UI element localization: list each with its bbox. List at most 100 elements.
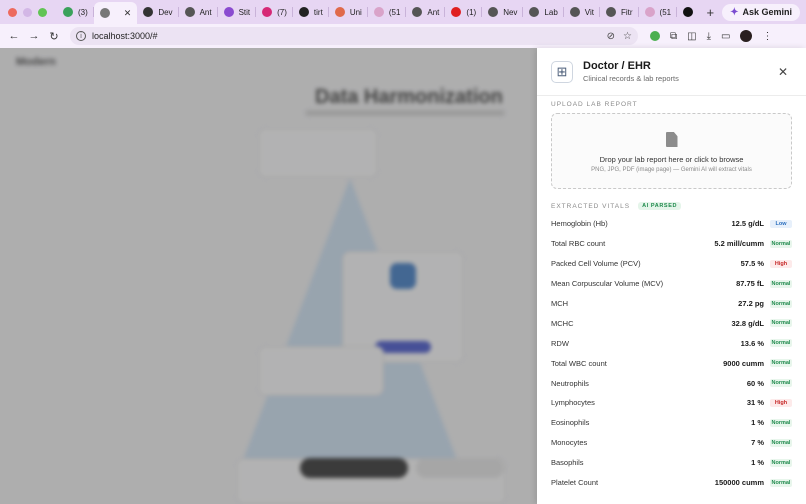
back-arrow-icon[interactable]: ← bbox=[4, 30, 24, 42]
vital-row: Total WBC count 9000 cumm Normal bbox=[551, 353, 792, 373]
vital-row: MCH 27.2 pg Normal bbox=[551, 294, 792, 314]
cast-icon[interactable]: ▭ bbox=[721, 31, 730, 42]
reload-icon[interactable]: ↻ bbox=[44, 30, 64, 43]
maximize-window-button[interactable] bbox=[38, 7, 47, 17]
screenshot-icon[interactable]: ◫ bbox=[687, 31, 696, 42]
vital-name: Total RBC count bbox=[551, 239, 606, 249]
tab-label: (51 bbox=[659, 7, 672, 17]
tab-label: Dev bbox=[158, 7, 173, 17]
browser-tab[interactable]: Vit bbox=[564, 0, 601, 24]
browser-toolbar: ← → ↻ i localhost:3000/# ⊘ ☆ ⧉ ◫ ⤓ ▭ ⋮ bbox=[0, 24, 806, 48]
browser-tab[interactable]: (51 bbox=[368, 0, 407, 24]
profile-avatar[interactable] bbox=[740, 30, 753, 42]
vital-name: MCH bbox=[551, 299, 569, 308]
ai-parsed-badge: AI PARSED bbox=[638, 202, 682, 210]
vital-row: MCHC 32.8 g/dL Normal bbox=[551, 313, 792, 333]
vital-row: Lymphocytes 31 % High bbox=[551, 393, 792, 413]
download-icon[interactable]: ⤓ bbox=[707, 31, 711, 42]
browser-tab-strip: (3) ✕ Dev Ant Stit (7) tirt Uni (51 Ant (1) Nev Lab V… bbox=[0, 0, 806, 24]
site-info-icon[interactable]: i bbox=[76, 31, 86, 41]
browser-tab[interactable]: Ant bbox=[179, 0, 218, 24]
vital-value: 150000 cumm bbox=[714, 478, 764, 488]
browser-tab[interactable]: Ant bbox=[406, 0, 446, 24]
close-window-button[interactable] bbox=[8, 7, 17, 17]
vital-status-badge: Normal bbox=[770, 478, 792, 487]
vital-status-badge: Normal bbox=[770, 339, 792, 348]
ask-gemini-label: Ask Gemini bbox=[742, 7, 792, 17]
medical-plus-icon: ⊞ bbox=[551, 60, 573, 83]
browser-tab[interactable]: (1) bbox=[445, 0, 482, 24]
vital-status-badge: Low bbox=[770, 219, 792, 228]
browser-tab[interactable]: Stit bbox=[218, 0, 257, 24]
forward-arrow-icon[interactable]: → bbox=[24, 30, 44, 42]
browser-tab[interactable]: (51 bbox=[639, 0, 678, 24]
new-tab-button[interactable]: + bbox=[698, 5, 722, 20]
vital-name: Lymphocytes bbox=[551, 398, 595, 408]
vitals-header: EXTRACTED VITALS AI PARSED bbox=[551, 202, 682, 210]
vital-row: Eosinophils 1 % Normal bbox=[551, 413, 792, 433]
browser-tab[interactable]: ✕ bbox=[93, 2, 138, 24]
browser-tab[interactable]: Uni bbox=[329, 0, 368, 24]
vital-row: Packed Cell Volume (PCV) 57.5 % High bbox=[551, 254, 792, 274]
ask-gemini-button[interactable]: ✦ Ask Gemini bbox=[722, 3, 800, 21]
vital-status-badge: High bbox=[770, 259, 792, 268]
browser-tab[interactable]: API bbox=[677, 0, 698, 24]
vital-value: 60 % bbox=[746, 378, 764, 388]
vital-status-badge: Normal bbox=[770, 319, 792, 328]
vital-value: 31 % bbox=[746, 398, 764, 408]
vital-name: Mean Corpuscular Volume (MCV) bbox=[551, 279, 664, 289]
vital-name: RDW bbox=[551, 338, 569, 348]
vital-value: 1 % bbox=[751, 418, 764, 428]
extensions-puzzle-icon[interactable]: ⧉ bbox=[670, 31, 677, 42]
vital-value: 27.2 pg bbox=[738, 299, 764, 308]
tab-favicon-icon bbox=[99, 8, 110, 18]
browser-tab[interactable]: Fitr bbox=[600, 0, 639, 24]
kebab-menu-icon[interactable]: ⋮ bbox=[762, 31, 772, 42]
panel-subtitle: Clinical records & lab reports bbox=[583, 74, 679, 83]
vital-status-badge: Normal bbox=[770, 458, 792, 467]
close-icon: ✕ bbox=[777, 64, 789, 79]
browser-tab[interactable]: Dev bbox=[137, 0, 179, 24]
dropzone-title: Drop your lab report here or click to br… bbox=[599, 155, 744, 164]
tab-favicon-icon bbox=[412, 7, 423, 17]
vital-row: Hemoglobin (Hb) 12.5 g/dL Low bbox=[551, 214, 792, 234]
browser-tab[interactable]: Nev bbox=[482, 0, 524, 24]
modal-overlay[interactable] bbox=[0, 48, 537, 504]
close-tab-icon[interactable]: ✕ bbox=[124, 8, 132, 19]
gemini-sparkle-icon: ✦ bbox=[730, 6, 739, 18]
browser-tab[interactable]: (3) bbox=[57, 0, 94, 24]
lab-report-dropzone[interactable]: Drop your lab report here or click to br… bbox=[551, 113, 792, 189]
vital-row: Basophils 1 % Normal bbox=[551, 453, 792, 473]
tab-favicon-icon bbox=[223, 7, 234, 17]
vital-value: 13.6 % bbox=[740, 338, 764, 348]
vital-name: Monocytes bbox=[551, 438, 588, 448]
browser-tab[interactable]: Lab bbox=[523, 0, 565, 24]
tab-favicon-icon bbox=[262, 7, 273, 17]
browser-tab[interactable]: (7) bbox=[256, 0, 293, 24]
tab-label: Nev bbox=[503, 7, 518, 17]
close-panel-button[interactable]: ✕ bbox=[774, 63, 792, 81]
tab-favicon-icon bbox=[644, 7, 655, 17]
minimize-window-button[interactable] bbox=[23, 7, 32, 17]
eye-off-icon[interactable]: ⊘ bbox=[607, 31, 615, 42]
vitals-section-label: EXTRACTED VITALS bbox=[551, 202, 631, 210]
tab-favicon-icon bbox=[569, 7, 580, 17]
vital-row: Total RBC count 5.2 mill/cumm Normal bbox=[551, 234, 792, 254]
browser-tab[interactable]: tirt bbox=[293, 0, 329, 24]
vital-name: Eosinophils bbox=[551, 418, 590, 428]
tab-label: Ant bbox=[427, 7, 440, 17]
vital-status-badge: Normal bbox=[770, 279, 792, 288]
tab-label: (7) bbox=[277, 7, 287, 17]
vital-row: Platelet Count 150000 cumm Normal bbox=[551, 473, 792, 493]
extension-icon[interactable] bbox=[650, 31, 660, 41]
address-bar[interactable]: i localhost:3000/# ⊘ ☆ bbox=[70, 27, 638, 45]
bookmark-star-icon[interactable]: ☆ bbox=[623, 31, 632, 42]
tab-favicon-icon bbox=[184, 7, 195, 17]
tab-favicon-icon bbox=[683, 7, 694, 17]
vital-value: 57.5 % bbox=[740, 259, 764, 269]
vital-value: 87.75 fL bbox=[736, 279, 764, 289]
vital-status-badge: Normal bbox=[770, 239, 792, 248]
vital-status-badge: Normal bbox=[770, 379, 792, 388]
tab-list: (3) ✕ Dev Ant Stit (7) tirt Uni (51 Ant (1) Nev Lab V… bbox=[57, 0, 698, 24]
tab-favicon-icon bbox=[488, 7, 499, 17]
